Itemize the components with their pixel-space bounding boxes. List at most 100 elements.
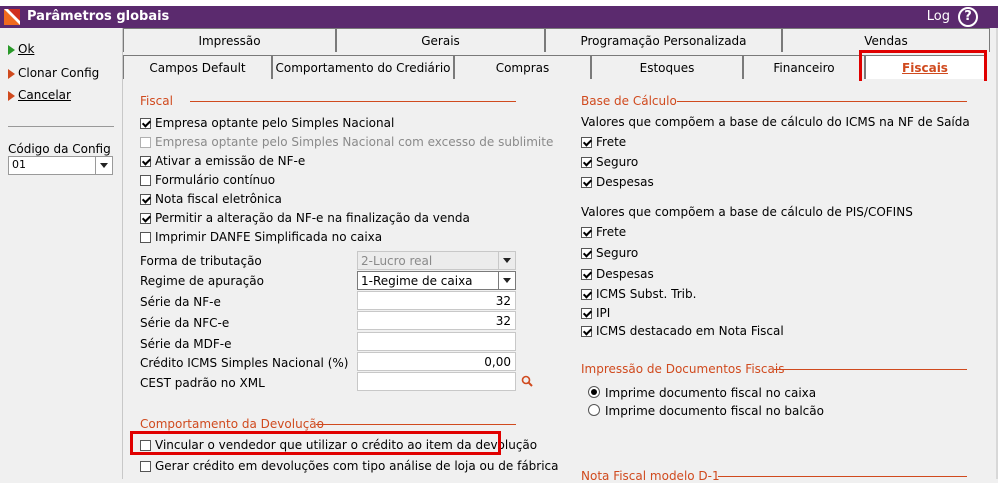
radio-imprime-caixa[interactable]: Imprime documento fiscal no caixa <box>588 386 816 400</box>
serie-nfce-value: 32 <box>495 314 511 328</box>
impressao-docs-section-line <box>774 369 967 370</box>
cest-input[interactable] <box>357 372 516 391</box>
checkbox-pis-ipi[interactable]: IPI <box>581 306 610 320</box>
tab-compras[interactable]: Compras <box>454 55 591 79</box>
checkbox-label: IPI <box>596 306 611 320</box>
checkbox-nota-fiscal-eletronica[interactable]: Nota fiscal eletrônica <box>140 192 282 206</box>
base-calculo-section-title: Base de Cálculo <box>581 94 677 108</box>
checkbox-pis-icms-destacado[interactable]: ICMS destacado em Nota Fiscal <box>581 324 784 338</box>
regime-apuracao-select[interactable]: 1-Regime de caixa <box>357 271 516 290</box>
checkbox-formulario-continuo[interactable]: Formulário contínuo <box>140 173 275 187</box>
checkbox-excesso-sublimite[interactable]: Empresa optante pelo Simples Nacional co… <box>140 135 553 149</box>
search-icon[interactable] <box>521 375 533 387</box>
radio-icon <box>588 386 600 398</box>
checkbox-icon <box>581 269 592 280</box>
checkbox-pis-frete[interactable]: Frete <box>581 225 626 239</box>
window-title: Parâmetros globais <box>27 9 170 24</box>
checkbox-label: Frete <box>596 135 627 149</box>
play-icon <box>8 90 15 101</box>
checkbox-permitir-alteracao-nfe[interactable]: Permitir a alteração da NF-e na finaliza… <box>140 211 470 225</box>
serie-nfce-input[interactable]: 32 <box>357 311 516 330</box>
tab-vendas[interactable]: Vendas <box>782 28 990 52</box>
config-code-select[interactable]: 01 <box>8 156 113 175</box>
tab-gerais[interactable]: Gerais <box>336 28 545 52</box>
title-bar: Parâmetros globais Log ? <box>0 6 998 28</box>
app-logo-icon <box>4 9 20 25</box>
checkbox-icon <box>140 194 151 205</box>
checkbox-label: Ativar a emissão de NF-e <box>155 154 306 168</box>
config-code-label: Código da Config <box>8 142 111 156</box>
checkbox-icon <box>140 461 151 472</box>
checkbox-label: Nota fiscal eletrônica <box>155 192 282 206</box>
checkbox-label: Empresa optante pelo Simples Nacional co… <box>155 135 554 149</box>
chevron-down-icon[interactable] <box>498 252 515 269</box>
checkbox-pis-despesas[interactable]: Despesas <box>581 267 654 281</box>
clone-config-label: Clonar Config <box>18 66 100 80</box>
forma-tributacao-label: Forma de tributação <box>140 254 262 268</box>
checkbox-label: Empresa optante pelo Simples Nacional <box>155 116 395 130</box>
radio-label: Imprime documento fiscal no balcão <box>605 404 824 418</box>
log-link[interactable]: Log <box>927 9 950 24</box>
checkbox-icon <box>140 175 151 186</box>
cancel-button[interactable]: Cancelar <box>8 88 71 102</box>
checkbox-icms-seguro[interactable]: Seguro <box>581 155 638 169</box>
checkbox-icon <box>581 326 592 337</box>
tab-comportamento-crediario[interactable]: Comportamento do Crediário <box>272 55 454 79</box>
checkbox-pis-seguro[interactable]: Seguro <box>581 246 638 260</box>
checkbox-gerar-credito-devolucoes[interactable]: Gerar crédito em devoluções com tipo aná… <box>140 459 559 473</box>
checkbox-icms-despesas[interactable]: Despesas <box>581 175 654 189</box>
impressao-docs-section-title: Impressão de Documentos Fiscais <box>581 362 785 376</box>
checkbox-label: Seguro <box>596 246 639 260</box>
checkbox-label: Formulário contínuo <box>155 173 276 187</box>
regime-apuracao-value: 1-Regime de caixa <box>361 274 473 288</box>
serie-mdfe-input[interactable] <box>357 332 516 351</box>
checkbox-icon <box>581 227 592 238</box>
checkbox-simples-nacional[interactable]: Empresa optante pelo Simples Nacional <box>140 116 394 130</box>
checkbox-icms-frete[interactable]: Frete <box>581 135 626 149</box>
config-code-value: 01 <box>12 158 26 171</box>
checkbox-label: Despesas <box>596 175 654 189</box>
checkbox-icon <box>581 137 592 148</box>
cancel-label: Cancelar <box>18 88 71 102</box>
chevron-down-icon[interactable] <box>95 157 112 174</box>
tab-campos-default[interactable]: Campos Default <box>123 55 272 79</box>
checkbox-icon <box>581 157 592 168</box>
devolucao-section-line <box>316 424 516 425</box>
tab-impressao[interactable]: Impressão <box>123 28 336 52</box>
checkbox-icon <box>140 213 151 224</box>
chevron-down-icon[interactable] <box>498 272 515 289</box>
checkbox-ativar-nfe[interactable]: Ativar a emissão de NF-e <box>140 154 305 168</box>
devolucao-section-title: Comportamento da Devolução <box>140 417 324 431</box>
checkbox-label: Frete <box>596 225 627 239</box>
checkbox-danfe-simplificada[interactable]: Imprimir DANFE Simplificada no caixa <box>140 230 382 244</box>
checkbox-icon <box>581 177 592 188</box>
credito-icms-input[interactable]: 0,00 <box>357 352 516 371</box>
nf-d1-section-line <box>718 476 967 477</box>
checkbox-pis-icms-st[interactable]: ICMS Subst. Trib. <box>581 287 696 301</box>
tab-estoques[interactable]: Estoques <box>591 55 743 79</box>
checkbox-icon <box>581 248 592 259</box>
play-icon <box>8 68 15 79</box>
checkbox-label: ICMS destacado em Nota Fiscal <box>596 324 784 338</box>
nf-d1-section-title: Nota Fiscal modelo D-1 <box>581 469 720 483</box>
clone-config-button[interactable]: Clonar Config <box>8 66 99 80</box>
ok-button[interactable]: Ok <box>8 42 34 56</box>
regime-apuracao-label: Regime de apuração <box>140 274 264 288</box>
radio-imprime-balcao[interactable]: Imprime documento fiscal no balcão <box>588 404 824 418</box>
serie-nfe-input[interactable]: 32 <box>357 291 516 310</box>
ok-label: Ok <box>18 42 35 56</box>
forma-tributacao-select[interactable]: 2-Lucro real <box>357 251 516 270</box>
checkbox-label: ICMS Subst. Trib. <box>596 287 697 301</box>
tab-financeiro[interactable]: Financeiro <box>743 55 865 79</box>
help-icon[interactable]: ? <box>958 7 978 27</box>
serie-nfce-label: Série da NFC-e <box>140 316 230 330</box>
checkbox-label: Permitir a alteração da NF-e na finaliza… <box>155 211 470 225</box>
tab-programacao-personalizada[interactable]: Programação Personalizada <box>545 28 782 52</box>
highlight-vincular-vendedor <box>130 431 501 455</box>
checkbox-label: Imprimir DANFE Simplificada no caixa <box>155 230 383 244</box>
cest-label: CEST padrão no XML <box>140 376 265 390</box>
checkbox-label: Despesas <box>596 267 654 281</box>
fiscais-panel: Fiscal Empresa optante pelo Simples Naci… <box>123 81 998 483</box>
checkbox-icon <box>140 156 151 167</box>
serie-nfe-value: 32 <box>495 294 511 308</box>
